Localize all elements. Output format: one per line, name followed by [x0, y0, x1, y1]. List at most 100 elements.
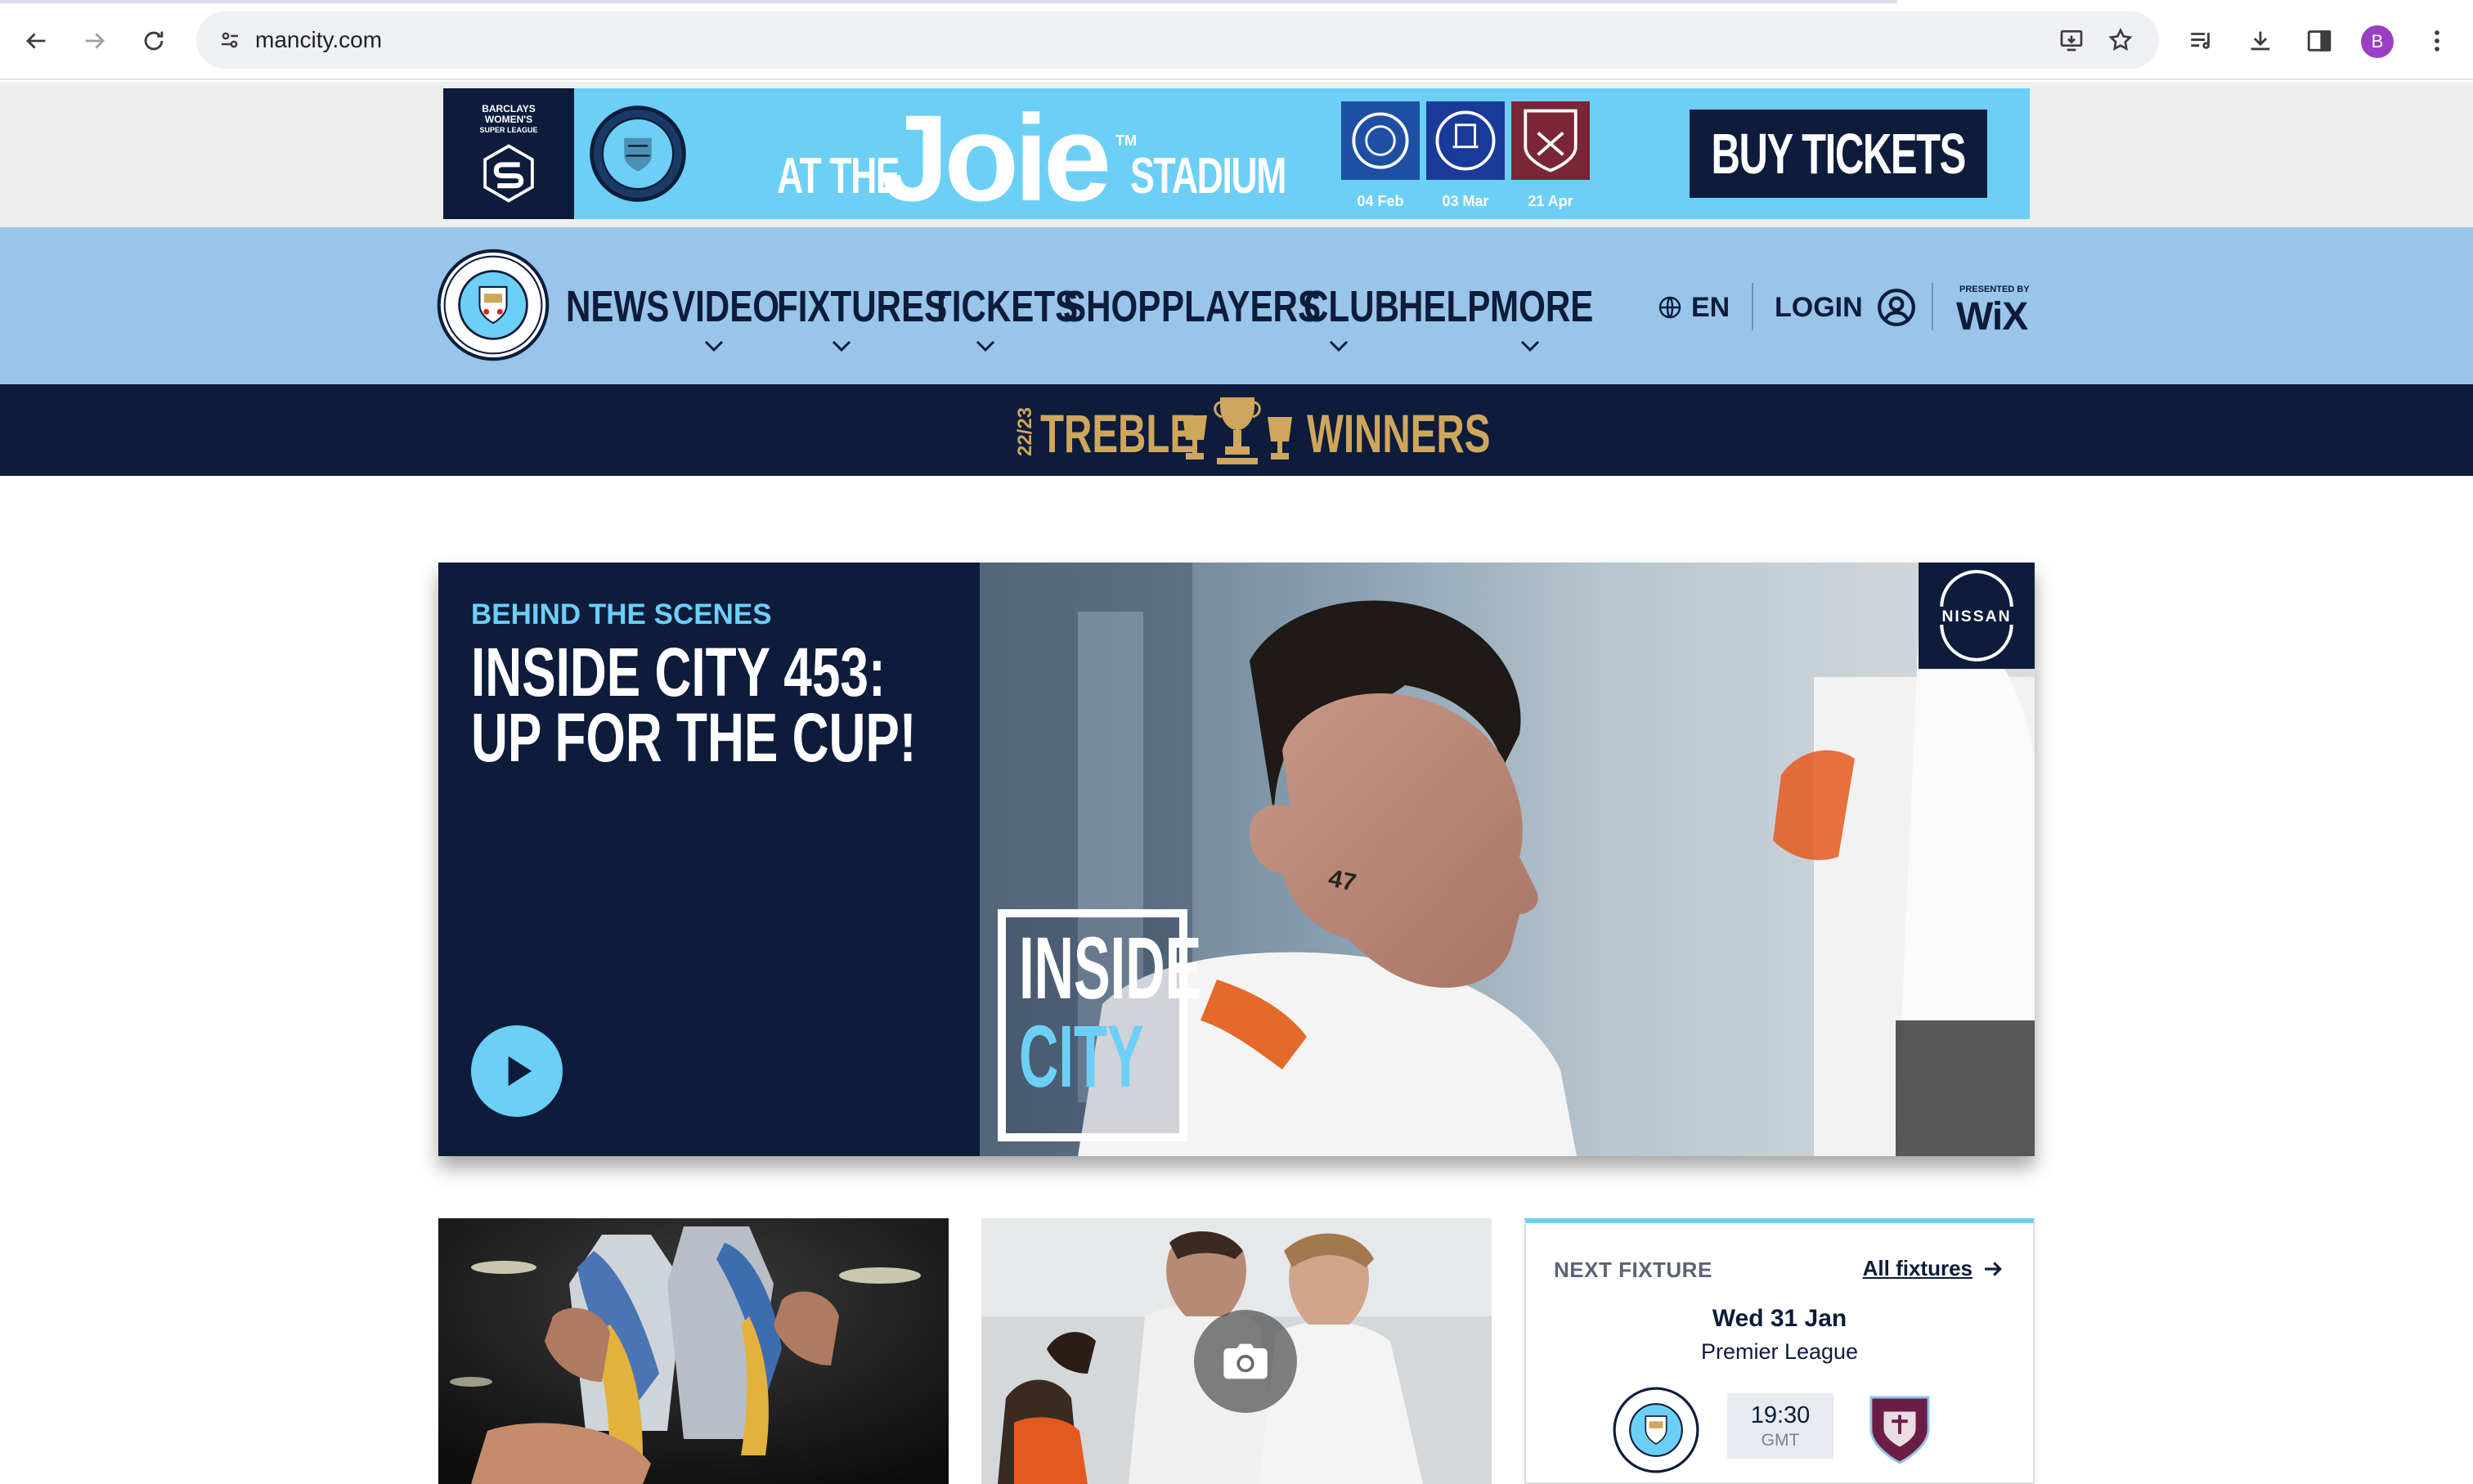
arrow-right-icon [1985, 1261, 2002, 1276]
nav-news-label: NEWS [566, 282, 670, 331]
nav-players-label: PLAYERS [1161, 282, 1322, 331]
nav-video-label: VIDEO [672, 282, 780, 331]
url-text[interactable]: mancity.com [255, 27, 382, 53]
wsl-s-logo-icon [483, 143, 534, 203]
club-crest-logo-icon[interactable] [437, 249, 550, 361]
chevron-down-icon[interactable] [831, 338, 852, 353]
play-video-button[interactable] [471, 1025, 563, 1117]
chevron-down-icon[interactable] [975, 338, 996, 353]
news-card-trophy[interactable] [438, 1218, 949, 1484]
nav-club-label: CLUB [1304, 282, 1399, 331]
sponsor-presented-by: PRESENTED BY [1959, 285, 2030, 294]
hero-player-photo[interactable]: 47 NISSAN INSIDE CITY [980, 563, 2035, 1156]
wsl-line-3: SUPER LEAGUE [479, 125, 538, 134]
man-city-crest-icon [590, 105, 686, 202]
hero-video-card[interactable]: BEHIND THE SCENES INSIDE CITY 453: UP FO… [438, 563, 2035, 1156]
nav-more[interactable]: MORE [1490, 281, 1622, 331]
bookmark-button[interactable] [2102, 21, 2139, 59]
fixture-date-3: 21 Apr [1528, 193, 1573, 209]
site-settings-button[interactable] [211, 21, 249, 59]
star-icon [2108, 27, 2133, 51]
kickoff-timezone: GMT [1761, 1430, 1800, 1450]
ad-stadium-text: STADIUM [1130, 148, 1286, 204]
wsl-line-2: WOMEN'S [484, 113, 533, 125]
everton-badge-icon [1426, 101, 1505, 180]
buy-tickets-label: BUY TICKETS [1711, 122, 1967, 186]
west-ham-badge-icon [1511, 101, 1590, 180]
burnley-badge-icon[interactable] [1868, 1392, 1932, 1467]
hero-title-text: INSIDE CITY 453: UP FOR THE CUP! [471, 634, 917, 776]
install-app-button[interactable] [2053, 21, 2090, 59]
chevron-down-icon[interactable] [703, 338, 725, 353]
media-controls-button[interactable] [2179, 18, 2224, 64]
joie-wordmark: Joie [881, 89, 1111, 219]
side-panel-button[interactable] [2296, 18, 2342, 64]
city-word: CITY [1019, 1012, 1220, 1101]
buy-tickets-button[interactable]: BUY TICKETS [1690, 110, 1987, 198]
globe-icon [1658, 296, 1681, 319]
install-icon [2060, 30, 2083, 52]
wsl-logo-panel: BARCLAYS WOMEN'S SUPER LEAGUE [443, 88, 574, 219]
kebab-menu-icon [2435, 30, 2439, 52]
profile-avatar[interactable]: B [2361, 25, 2394, 58]
hero-title[interactable]: INSIDE CITY 453: UP FOR THE CUP! [471, 634, 978, 776]
reload-button[interactable] [131, 18, 177, 64]
wsl-line-1: BARCLAYS [482, 102, 536, 114]
camera-icon [1223, 1343, 1268, 1379]
nissan-sponsor-logo[interactable]: NISSAN [1919, 563, 2035, 669]
language-code: EN [1691, 291, 1730, 323]
tune-icon [222, 32, 238, 48]
man-city-badge-icon[interactable] [1613, 1387, 1699, 1473]
kickoff-time: 19:30 [1750, 1401, 1811, 1428]
fixture-date-2: 03 Mar [1442, 193, 1489, 209]
all-fixtures-label: All fixtures [1862, 1256, 1973, 1280]
next-fixture-label: NEXT FIXTURE [1554, 1258, 1712, 1282]
chevron-down-icon[interactable] [1328, 338, 1349, 353]
tickets-ad-banner[interactable]: BARCLAYS WOMEN'S SUPER LEAGUE AT THE Joi… [443, 88, 2030, 219]
treble-season: 22/23 [1014, 406, 1036, 457]
address-bar[interactable]: mancity.com [196, 11, 2159, 69]
nav-help-label: HELP [1398, 282, 1491, 331]
treble-winners-banner[interactable]: 22/23 TREBLE WINNERS [0, 384, 2473, 476]
downloads-button[interactable] [2237, 18, 2283, 64]
winners-word-text: WINNERS [1307, 403, 1491, 464]
ad-area: BARCLAYS WOMEN'S SUPER LEAGUE AT THE Joi… [0, 82, 2473, 227]
photo-gallery-button[interactable] [1194, 1310, 1297, 1413]
reload-icon [144, 31, 164, 51]
nav-divider [1752, 283, 1753, 330]
fixture-date: Wed 31 Jan [1712, 1305, 1847, 1332]
tab-strip-edge [0, 0, 1897, 3]
neck-tattoo-number: 47 [1326, 865, 1359, 897]
login-button[interactable]: LOGIN [1775, 285, 1917, 330]
browser-toolbar: mancity.com B [0, 0, 2473, 80]
chevron-down-icon[interactable] [1519, 338, 1541, 353]
all-fixtures-link[interactable]: All fixtures [1863, 1256, 2005, 1281]
gallery-card-training[interactable] [981, 1218, 1492, 1484]
download-icon [2251, 31, 2270, 51]
next-fixture-card: NEXT FIXTURE All fixtures Wed 31 Jan Pre… [1524, 1218, 2035, 1484]
language-selector[interactable]: EN [1657, 285, 1730, 330]
browser-menu-button[interactable] [2414, 18, 2460, 64]
side-panel-icon [2307, 30, 2332, 52]
arrow-right-icon [85, 33, 105, 49]
nav-divider [1932, 283, 1933, 330]
hero-category: BEHIND THE SCENES [471, 599, 772, 630]
leicester-badge-icon [1341, 101, 1420, 180]
login-label: LOGIN [1775, 291, 1863, 323]
nav-shop-label: SHOP [1063, 282, 1161, 331]
nav-more-label: MORE [1490, 282, 1594, 331]
fixture-competition: Premier League [1700, 1339, 1859, 1364]
nav-fixtures-label: FIXTURES [777, 282, 948, 331]
inside-city-badge: INSIDE CITY [998, 909, 1201, 1141]
forward-button[interactable] [72, 18, 118, 64]
playlist-icon [2191, 33, 2210, 49]
nav-tickets-label: TICKETS [931, 282, 1079, 331]
back-button[interactable] [13, 18, 59, 64]
wix-logo[interactable]: WiX [1956, 294, 2028, 339]
trophy-photo-image [438, 1218, 949, 1484]
city-word-text: CITY [1019, 1007, 1144, 1105]
treble-word-text: TREBLE [1040, 403, 1196, 464]
play-icon [508, 1056, 532, 1087]
nissan-wordmark: NISSAN [1941, 608, 2011, 625]
site-header: NEWS VIDEO FIXTURES TICKETS SHOP PLAYERS… [0, 227, 2473, 384]
